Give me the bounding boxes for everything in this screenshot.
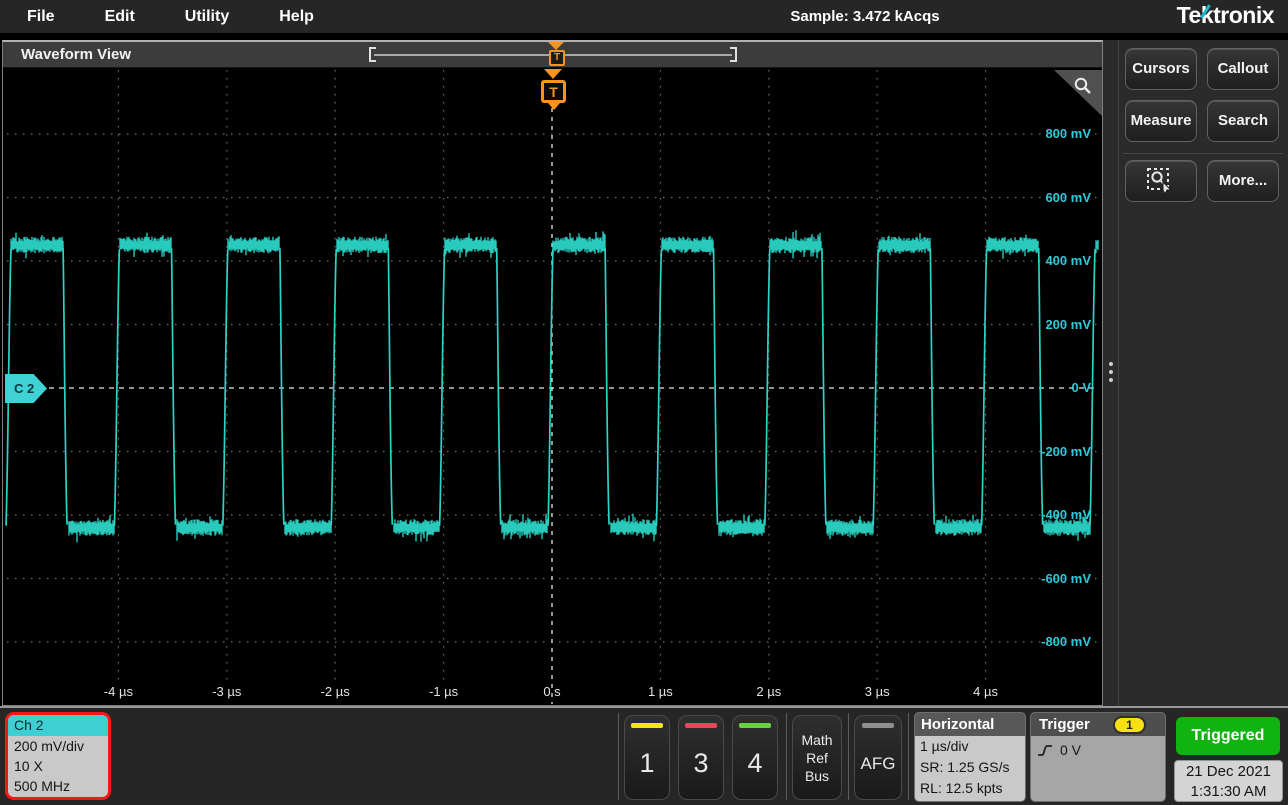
- sidebar-divider: [1123, 153, 1283, 154]
- x-axis-label: 4 µs: [951, 684, 1021, 699]
- settings-bar: Ch 2 200 mV/div 10 X 500 MHz 134 Math Re…: [0, 706, 1288, 805]
- more-button[interactable]: More...: [1207, 160, 1279, 202]
- afg-color-bar: [862, 723, 894, 728]
- ref-label: Ref: [793, 749, 841, 767]
- separator: [618, 713, 619, 800]
- channel-3-label: 3: [679, 748, 723, 779]
- channel-2-badge[interactable]: Ch 2 200 mV/div 10 X 500 MHz: [5, 712, 111, 800]
- x-axis-label: 2 µs: [734, 684, 804, 699]
- x-axis-label: 0 s: [517, 684, 587, 699]
- y-axis-label: -600 mV: [1021, 571, 1091, 586]
- separator: [786, 713, 787, 800]
- math-label: Math: [793, 731, 841, 749]
- oscilloscope-app: FileEditUtilityHelp Sample: 3.472 kAcqs …: [0, 0, 1288, 805]
- trigger-source-badge: 1: [1113, 716, 1146, 734]
- separator: [848, 713, 849, 800]
- y-axis-label: -400 mV: [1021, 507, 1091, 522]
- tektronix-logo: Tektronix: [1177, 2, 1274, 29]
- magnifier-icon: [1072, 76, 1094, 98]
- trigger-flag-tail-icon: [548, 103, 560, 110]
- time-label: 1:31:30 AM: [1175, 782, 1282, 802]
- channel-2-badge-title: Ch 2: [8, 715, 108, 736]
- channel-2-scale: 200 mV/div: [8, 736, 108, 756]
- drag-handle-dot: [1109, 378, 1113, 382]
- x-axis-label: 1 µs: [625, 684, 695, 699]
- channel-2-attenuation: 10 X: [8, 756, 108, 776]
- waveform-view-title: Waveform View: [21, 42, 131, 68]
- y-axis-label: -800 mV: [1021, 634, 1091, 649]
- zoom-select-icon: [1146, 167, 1176, 195]
- bus-label: Bus: [793, 767, 841, 785]
- x-axis-label: -2 µs: [300, 684, 370, 699]
- trigger-badge-panel[interactable]: Trigger 1 0 V: [1030, 712, 1166, 802]
- separator: [908, 713, 909, 800]
- horizontal-badge[interactable]: Horizontal 1 µs/div SR: 1.25 GS/s RL: 12…: [914, 712, 1026, 802]
- channel-4-button[interactable]: 4: [732, 715, 778, 800]
- menu-bar: FileEditUtilityHelp Sample: 3.472 kAcqs …: [0, 0, 1288, 33]
- trigger-flag-icon[interactable]: T: [541, 80, 566, 103]
- cursors-button[interactable]: Cursors: [1125, 48, 1197, 90]
- y-axis-label: 400 mV: [1021, 253, 1091, 268]
- horizontal-record-length: RL: 12.5 kpts: [915, 778, 1025, 799]
- y-axis-label: 800 mV: [1021, 126, 1091, 141]
- x-axis-label: -3 µs: [192, 684, 262, 699]
- y-axis-label: 200 mV: [1021, 317, 1091, 332]
- afg-button[interactable]: AFG: [854, 715, 902, 800]
- afg-label: AFG: [855, 754, 901, 774]
- y-axis-label: 600 mV: [1021, 190, 1091, 205]
- menu-file[interactable]: File: [27, 8, 55, 26]
- menu-edit[interactable]: Edit: [105, 8, 135, 26]
- channel-3-color-bar: [685, 723, 717, 728]
- trigger-position-arrow-icon[interactable]: [548, 42, 564, 50]
- horizontal-scale: 1 µs/div: [915, 736, 1025, 757]
- channel-1-color-bar: [631, 723, 663, 728]
- drag-handle-dot: [1109, 370, 1113, 374]
- record-view-right-bracket: [730, 47, 737, 62]
- datetime-display: 21 Dec 2021 1:31:30 AM: [1174, 760, 1283, 802]
- date-label: 21 Dec 2021: [1175, 762, 1282, 782]
- waveform-plot[interactable]: 800 mV 600 mV 400 mV 200 mV 0 V -200 mV -400 m…: [3, 68, 1102, 705]
- channel-3-button[interactable]: 3: [678, 715, 724, 800]
- measure-button[interactable]: Measure: [1125, 100, 1197, 142]
- trigger-status-badge: Triggered: [1176, 717, 1280, 755]
- rising-edge-icon: [1037, 744, 1053, 757]
- x-axis-label: -4 µs: [83, 684, 153, 699]
- horizontal-title: Horizontal: [915, 713, 1025, 736]
- math-ref-bus-button[interactable]: Math Ref Bus: [792, 715, 842, 800]
- sample-readout: Sample: 3.472 kAcqs: [770, 0, 960, 33]
- channel-4-label: 4: [733, 748, 777, 779]
- waveform-trace: [3, 68, 1102, 705]
- drag-handle-dot: [1109, 362, 1113, 366]
- trigger-level: 0 V: [1060, 742, 1081, 758]
- trigger-flag-arrow-icon: [544, 69, 562, 79]
- channel-1-label: 1: [625, 748, 669, 779]
- zoom-select-button[interactable]: [1125, 160, 1197, 202]
- horizontal-sample-rate: SR: 1.25 GS/s: [915, 757, 1025, 778]
- trigger-position-marker-icon[interactable]: T: [549, 50, 565, 66]
- x-axis-label: -1 µs: [409, 684, 479, 699]
- menu-items: File Edit Utility Help: [27, 0, 314, 33]
- menu-help[interactable]: Help: [279, 8, 314, 26]
- panel-splitter[interactable]: [1103, 40, 1118, 706]
- channel-2-bandwidth: 500 MHz: [8, 776, 108, 796]
- channel-1-button[interactable]: 1: [624, 715, 670, 800]
- x-axis-label: 3 µs: [842, 684, 912, 699]
- search-button[interactable]: Search: [1207, 100, 1279, 142]
- menu-utility[interactable]: Utility: [185, 8, 229, 26]
- waveform-view-header: Waveform View T: [3, 42, 1102, 68]
- y-axis-label: -200 mV: [1021, 444, 1091, 459]
- waveform-view-panel: Waveform View T 800 mV 600 mV 400 mV 200 mV…: [2, 40, 1103, 706]
- record-view-left-bracket: [369, 47, 376, 62]
- right-sidebar: Cursors Callout Measure Search More...: [1118, 40, 1288, 706]
- callout-button[interactable]: Callout: [1207, 48, 1279, 90]
- y-axis-label: 0 V: [1021, 380, 1091, 395]
- channel-4-color-bar: [739, 723, 771, 728]
